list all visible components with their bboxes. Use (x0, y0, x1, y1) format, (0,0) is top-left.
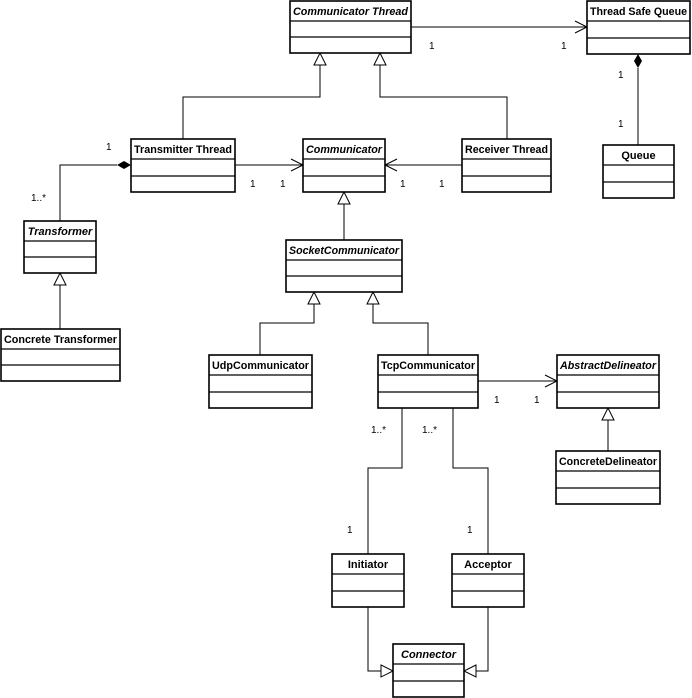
multiplicity-label: 1..* (422, 425, 437, 436)
multiplicity-label: 1 (439, 179, 445, 190)
multiplicity-label: 1 (534, 395, 540, 406)
generalization-arrow-icon (313, 51, 327, 66)
multiplicity-label: 1 (494, 395, 500, 406)
multiplicity-label: 1 (618, 119, 624, 130)
class-name: Communicator (306, 144, 383, 156)
class-concrete-delineator[interactable]: ConcreteDelineator (555, 450, 661, 505)
class-name: Connector (401, 649, 457, 661)
class-transmitter-thread[interactable]: Transmitter Thread (130, 138, 236, 193)
class-concrete-transformer[interactable]: Concrete Transformer (0, 328, 121, 382)
class-receiver-thread[interactable]: Receiver Thread (461, 138, 552, 193)
multiplicity-label: 1 (400, 179, 406, 190)
class-name: Queue (621, 150, 655, 162)
class-tcp-communicator[interactable]: TcpCommunicator (377, 354, 479, 409)
class-name: Concrete Transformer (4, 334, 118, 346)
generalization-arrow-icon (601, 406, 615, 421)
class-name: Receiver Thread (465, 144, 548, 156)
class-name: Initiator (348, 559, 389, 571)
composition-diamond-icon (117, 161, 131, 169)
generalization-tt-ct (182, 65, 321, 139)
multiplicity-label: 1 (429, 41, 435, 52)
generalization-arrow-icon (380, 664, 395, 678)
generalization-udp-sc (259, 304, 315, 355)
class-name: TcpCommunicator (381, 360, 476, 372)
class-name: AbstractDelineator (559, 360, 657, 372)
class-name: Communicator Thread (293, 6, 408, 18)
class-communicator-thread[interactable]: Communicator Thread (289, 0, 412, 54)
generalization-arrow-icon (462, 664, 477, 678)
composition-tt-tr (59, 164, 117, 221)
generalization-arrow-icon (337, 190, 351, 205)
uml-class-diagram: 1 1 1 1 1 1 1 1 1 1..* 1 1 1..* 1 1..* 1 Communicator Th… (0, 0, 692, 698)
generalization-arrow-icon (366, 290, 380, 305)
class-transformer[interactable]: Transformer (23, 220, 97, 274)
class-queue[interactable]: Queue (602, 144, 675, 199)
class-communicator[interactable]: Communicator (302, 138, 386, 193)
multiplicity-label: 1 (106, 142, 112, 153)
diagram-canvas: 1 1 1 1 1 1 1 1 1 1..* 1 1 1..* 1 1..* 1 Communicator Th… (0, 0, 691, 698)
generalization-rt-ct (379, 65, 508, 139)
generalization-arrow-icon (373, 51, 387, 66)
class-udp-communicator[interactable]: UdpCommunicator (208, 354, 313, 409)
class-acceptor[interactable]: Acceptor (451, 553, 525, 608)
multiplicity-label: 1 (561, 41, 567, 52)
class-name: UdpCommunicator (212, 360, 310, 372)
class-name: Transmitter Thread (134, 144, 232, 156)
class-name: Transformer (28, 226, 93, 238)
class-name: Thread Safe Queue (590, 6, 687, 18)
class-socket-communicator[interactable]: SocketCommunicator (285, 239, 403, 293)
multiplicity-label: 1 (347, 525, 353, 536)
generalization-acc-conn (476, 607, 489, 672)
class-connector[interactable]: Connector (392, 643, 465, 698)
multiplicity-label: 1..* (31, 193, 46, 204)
composition-diamond-icon (634, 54, 642, 68)
multiplicity-label: 1..* (371, 425, 386, 436)
generalization-arrow-icon (307, 290, 321, 305)
class-name: SocketCommunicator (289, 245, 400, 257)
class-thread-safe-queue[interactable]: Thread Safe Queue (586, 0, 691, 55)
class-name: Acceptor (464, 559, 512, 571)
multiplicity-label: 1 (618, 70, 624, 81)
class-initiator[interactable]: Initiator (331, 553, 405, 608)
multiplicity-label: 1 (250, 179, 256, 190)
class-abstract-delineator[interactable]: AbstractDelineator (556, 354, 660, 409)
multiplicity-label: 1 (280, 179, 286, 190)
class-name: ConcreteDelineator (559, 456, 658, 468)
generalization-init-conn (367, 607, 381, 672)
generalization-arrow-icon (53, 271, 67, 286)
generalization-tcp-sc (372, 304, 429, 355)
multiplicity-label: 1 (467, 525, 473, 536)
